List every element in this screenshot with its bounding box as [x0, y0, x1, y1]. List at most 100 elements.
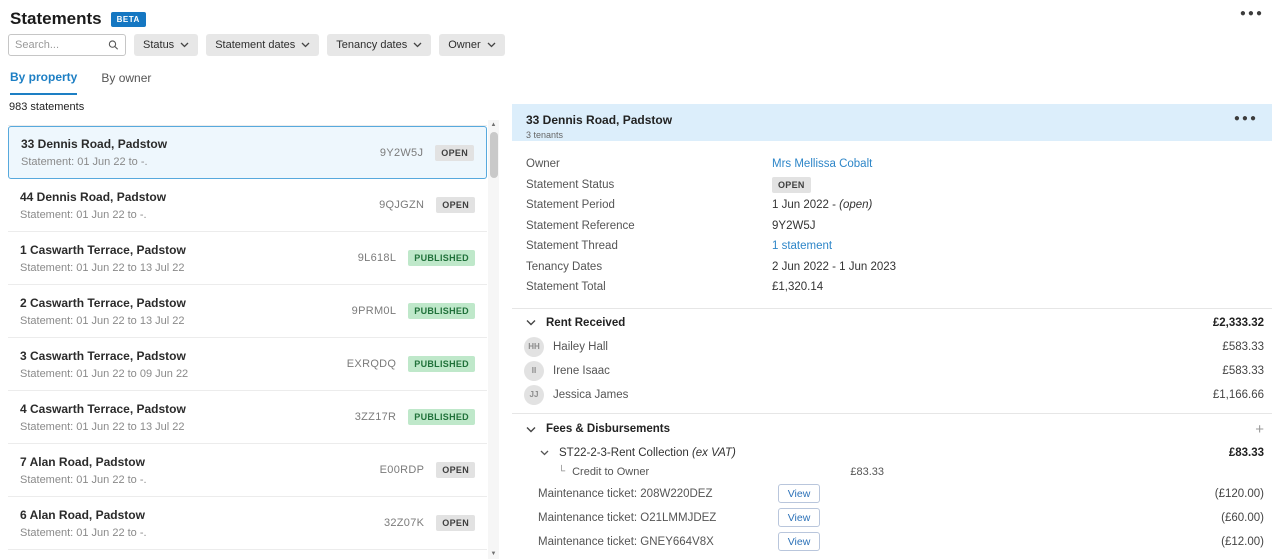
fee-sub-name: Credit to Owner [572, 466, 649, 478]
fees-section-header: Fees & Disbursements + [512, 414, 1272, 443]
property-address: 6 Alan Road, Padstow [20, 508, 147, 522]
status-badge: OPEN [435, 145, 474, 161]
status-badge: PUBLISHED [408, 356, 475, 372]
rent-total: £2,333.32 [1213, 317, 1264, 329]
detail-fields: Owner Mrs Mellissa Cobalt Statement Stat… [512, 141, 1272, 298]
statement-list-item[interactable]: 33 Dennis Road, Padstow Statement: 01 Ju… [8, 126, 487, 179]
chevron-down-icon [180, 42, 189, 48]
statement-list-item[interactable]: 2 Caswarth Terrace, Padstow Statement: 0… [8, 285, 487, 338]
tenant-amount: £583.33 [1222, 365, 1264, 377]
statement-dates: Statement: 01 Jun 22 to 13 Jul 22 [20, 315, 186, 327]
search-input[interactable] [15, 39, 108, 51]
tab-by-property[interactable]: By property [10, 70, 77, 95]
statement-item-meta: 3ZZ17R PUBLISHED [355, 409, 475, 425]
statement-list-item[interactable]: 3 Caswarth Terrace, Padstow Statement: 0… [8, 338, 487, 391]
search-icon [108, 39, 119, 51]
statement-item-meta: 9PRM0L PUBLISHED [352, 303, 475, 319]
fee-line-item: ST22-2-3-Rent Collection (ex VAT) £83.33 [512, 443, 1272, 463]
status-filter-label: Status [143, 39, 174, 51]
statement-dates: Statement: 01 Jun 22 to -. [20, 474, 147, 486]
owner-link[interactable]: Mrs Mellissa Cobalt [772, 158, 872, 170]
statement-list-item[interactable]: 7 Alan Road, Padstow Statement: 01 Jun 2… [8, 444, 487, 497]
statement-item-info: 33 Dennis Road, Padstow Statement: 01 Ju… [21, 137, 167, 168]
field-row-statement-thread: Statement Thread 1 statement [526, 236, 1258, 257]
page-header: Statements BETA [10, 9, 146, 29]
maintenance-ticket-row: Maintenance ticket: O21LMMJDEZ View (£60… [512, 506, 1272, 530]
field-value: 1 Jun 2022 - (open) [772, 199, 872, 211]
statement-item-meta: EXRQDQ PUBLISHED [347, 356, 475, 372]
add-fee-plus-icon[interactable]: + [1255, 422, 1264, 437]
scrollbar-thumb[interactable] [490, 132, 498, 178]
page-title: Statements [10, 9, 102, 29]
view-ticket-button[interactable]: View [778, 532, 820, 551]
property-address: 3 Caswarth Terrace, Padstow [20, 349, 188, 363]
statement-list-item[interactable]: 1 Caswarth Terrace, Padstow Statement: 0… [8, 232, 487, 285]
ticket-name: Maintenance ticket: 208W220DEZ [538, 488, 778, 500]
tenant-amount: £583.33 [1222, 341, 1264, 353]
list-scrollbar[interactable]: ▲ ▼ [488, 120, 499, 559]
statement-list-item[interactable]: 44 Dennis Road, Padstow Statement: 01 Ju… [8, 179, 487, 232]
statement-dates-filter-label: Statement dates [215, 39, 295, 51]
detail-header: 33 Dennis Road, Padstow 3 tenants ●●● [512, 104, 1272, 141]
ticket-amount: (£12.00) [1221, 536, 1264, 548]
statement-detail-panel: 33 Dennis Road, Padstow 3 tenants ●●● Ow… [512, 104, 1272, 559]
statement-dates-filter-button[interactable]: Statement dates [206, 34, 319, 56]
statement-thread-link[interactable]: 1 statement [772, 240, 832, 252]
statement-item-info: 1 Caswarth Terrace, Padstow Statement: 0… [20, 243, 186, 274]
tenant-row: JJ Jessica James £1,166.66 [512, 383, 1272, 407]
statement-list-item[interactable]: 6 Alan Road, Padstow Statement: 01 Jun 2… [8, 497, 487, 550]
collapse-chevron-icon[interactable] [538, 448, 551, 458]
tenant-row: II Irene Isaac £583.33 [512, 359, 1272, 383]
filter-bar: Status Statement dates Tenancy dates Own… [8, 34, 505, 56]
statements-list: 33 Dennis Road, Padstow Statement: 01 Ju… [8, 119, 487, 559]
field-row-tenancy-dates: Tenancy Dates 2 Jun 2022 - 1 Jun 2023 [526, 257, 1258, 278]
property-address: 1 Caswarth Terrace, Padstow [20, 243, 186, 257]
property-address: 4 Caswarth Terrace, Padstow [20, 402, 186, 416]
statement-item-meta: 32Z07K OPEN [384, 515, 475, 531]
fee-sub-amount: £83.33 [850, 466, 884, 478]
scroll-down-icon[interactable]: ▼ [488, 549, 499, 559]
status-filter-button[interactable]: Status [134, 34, 198, 56]
statement-reference: 9PRM0L [352, 305, 397, 317]
owner-filter-button[interactable]: Owner [439, 34, 504, 56]
field-row-owner: Owner Mrs Mellissa Cobalt [526, 154, 1258, 175]
tab-by-owner[interactable]: By owner [101, 70, 151, 95]
status-badge: OPEN [436, 462, 475, 478]
search-box[interactable] [8, 34, 126, 56]
field-row-statement-status: Statement Status OPEN [526, 175, 1258, 196]
collapse-chevron-icon[interactable] [524, 424, 538, 435]
property-address: 2 Caswarth Terrace, Padstow [20, 296, 186, 310]
property-address: 7 Alan Road, Padstow [20, 455, 147, 469]
status-badge: PUBLISHED [408, 303, 475, 319]
field-label: Owner [526, 158, 772, 170]
owner-filter-label: Owner [448, 39, 480, 51]
detail-menu-ellipsis-icon[interactable]: ●●● [1234, 113, 1258, 124]
statement-dates: Statement: 01 Jun 22 to -. [21, 156, 167, 168]
tenancy-dates-filter-button[interactable]: Tenancy dates [327, 34, 431, 56]
tenant-name: Irene Isaac [553, 365, 1222, 377]
view-ticket-button[interactable]: View [778, 508, 820, 527]
field-label: Statement Status [526, 179, 772, 191]
statement-list-item[interactable]: 4 Caswarth Terrace, Padstow Statement: 0… [8, 391, 487, 444]
page-menu-ellipsis-icon[interactable]: ●●● [1240, 8, 1264, 19]
statement-reference: 9L618L [358, 252, 397, 264]
status-badge: OPEN [436, 515, 475, 531]
field-row-statement-reference: Statement Reference 9Y2W5J [526, 216, 1258, 237]
statement-item-meta: E00RDP OPEN [380, 462, 475, 478]
statement-reference: 3ZZ17R [355, 411, 397, 423]
statement-reference: E00RDP [380, 464, 425, 476]
field-value: 2 Jun 2022 - 1 Jun 2023 [772, 261, 896, 273]
field-label: Statement Reference [526, 220, 772, 232]
collapse-chevron-icon[interactable] [524, 317, 538, 328]
view-ticket-button[interactable]: View [778, 484, 820, 503]
status-badge: OPEN [772, 177, 811, 193]
statement-item-meta: 9L618L PUBLISHED [358, 250, 475, 266]
section-title: Rent Received [546, 317, 1213, 329]
statement-item-info: 3 Caswarth Terrace, Padstow Statement: 0… [20, 349, 188, 380]
field-label: Statement Total [526, 281, 772, 293]
scroll-up-icon[interactable]: ▲ [488, 120, 499, 130]
avatar: HH [524, 337, 544, 357]
statement-item-info: 7 Alan Road, Padstow Statement: 01 Jun 2… [20, 455, 147, 486]
statement-dates: Statement: 01 Jun 22 to 09 Jun 22 [20, 368, 188, 380]
tenant-amount: £1,166.66 [1213, 389, 1264, 401]
